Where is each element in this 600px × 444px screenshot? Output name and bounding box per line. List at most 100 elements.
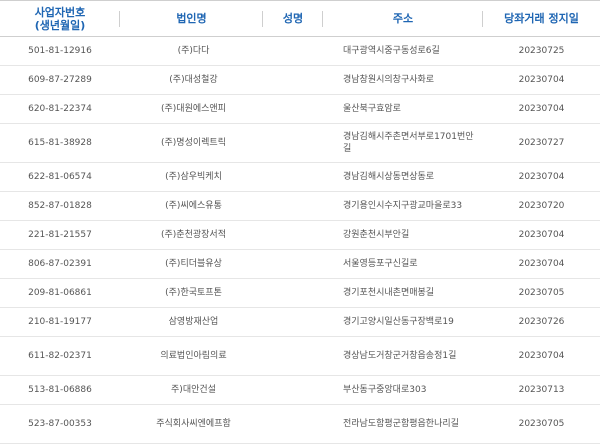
cell-corp-name: (주)한국토프톤 xyxy=(165,288,222,298)
table-row: 513-81-06886 주)대안건설 부산동구중앙대로303 20230713 xyxy=(0,376,600,405)
cell-address-line: 부산동구중앙대로303 xyxy=(343,385,427,395)
cell-address-line: 경남김해시상동면상동로 xyxy=(343,172,435,182)
header-rep-name-label: 성명 xyxy=(282,12,304,25)
cell-address-line: 강원춘천시부안길 xyxy=(343,230,410,240)
cell-address: 경남창원시의창구사화로 xyxy=(323,66,483,95)
cell-corp-name: 의료법인아림의료 xyxy=(160,351,227,361)
cell-rep-name xyxy=(263,376,323,405)
cell-corp-name: (주)대성철강 xyxy=(169,75,218,85)
cell-address-line: 울산북구효암로 xyxy=(343,104,401,114)
cell-rep-name xyxy=(263,66,323,95)
cell-date: 20230727 xyxy=(518,138,565,148)
header-corp-name-label: 법인명 xyxy=(176,12,207,25)
table-row: 210-81-19177 삼영방재산업 경기고양시일산동구장백로19 20230… xyxy=(0,308,600,337)
suspended-accounts-table: 사업자번호 (생년월일) 법인명 성명 주소 당좌거래 정지일 501-81-1… xyxy=(0,0,600,444)
cell-rep-name xyxy=(263,192,323,221)
cell-address-line: 경기고양시일산동구장백로19 xyxy=(343,317,454,327)
cell-corp-name: 삼영방재산업 xyxy=(168,317,219,327)
cell-date: 20230713 xyxy=(518,385,565,395)
table-row: 523-87-00353 주식회사씨엔에프함 전라남도함평군함평읍한나리길 20… xyxy=(0,405,600,444)
cell-address: 전라남도함평군함평읍한나리길 xyxy=(323,405,483,444)
cell-address-line: 전라남도함평군함평읍한나리길 xyxy=(343,419,459,429)
header-address: 주소 xyxy=(323,1,483,37)
cell-date: 20230704 xyxy=(518,172,565,182)
cell-date: 20230704 xyxy=(518,230,565,240)
cell-rep-name xyxy=(263,250,323,279)
cell-address-line: 경기용인시수지구광교마을로33 xyxy=(343,201,463,211)
cell-rep-name xyxy=(263,95,323,124)
cell-corp-name: (주)명성이렉트릭 xyxy=(161,138,226,148)
cell-date: 20230705 xyxy=(518,419,565,429)
table-row: 209-81-06861 (주)한국토프톤 경기포천시내촌면매봉길 202307… xyxy=(0,279,600,308)
cell-address: 경상남도거창군거창읍송정1길 xyxy=(323,337,483,376)
table-row: 611-82-02371 의료법인아림의료 경상남도거창군거창읍송정1길 202… xyxy=(0,337,600,376)
cell-address: 서울영등포구신길로 xyxy=(323,250,483,279)
cell-address-line: 경상남도거창군거창읍송정1길 xyxy=(343,351,457,361)
cell-biz-no: 209-81-06861 xyxy=(28,288,92,298)
cell-address: 경남김해시상동면상동로 xyxy=(323,163,483,192)
header-rep-name: 성명 xyxy=(263,1,323,37)
cell-address: 경기용인시수지구광교마을로33 xyxy=(323,192,483,221)
header-birth-label: (생년월일) xyxy=(34,18,86,32)
cell-date: 20230726 xyxy=(518,317,565,327)
cell-biz-no: 513-81-06886 xyxy=(28,385,92,395)
header-corp-name: 법인명 xyxy=(120,1,263,37)
header-biz-no-label: 사업자번호 xyxy=(34,5,86,19)
cell-date: 20230705 xyxy=(518,288,565,298)
table-row: 620-81-22374 (주)대원에스앤피 울산북구효암로 20230704 xyxy=(0,95,600,124)
cell-biz-no: 611-82-02371 xyxy=(28,351,92,361)
header-address-label: 주소 xyxy=(392,12,414,25)
table-row: 622-81-06574 (주)삼우빅케치 경남김해시상동면상동로 202307… xyxy=(0,163,600,192)
cell-rep-name xyxy=(263,124,323,163)
cell-address-line: 경기포천시내촌면매봉길 xyxy=(343,288,435,298)
cell-corp-name: (주)삼우빅케치 xyxy=(165,172,222,182)
cell-address: 경남김해시주촌면서부로1701번안 길 xyxy=(323,124,483,163)
cell-address: 경기포천시내촌면매봉길 xyxy=(323,279,483,308)
cell-corp-name: (주)춘천광장서적 xyxy=(161,230,226,240)
cell-biz-no: 210-81-19177 xyxy=(28,317,92,327)
cell-address: 대구광역시중구동성로6길 xyxy=(323,37,483,66)
cell-biz-no: 609-87-27289 xyxy=(28,75,92,85)
cell-address-line: 서울영등포구신길로 xyxy=(343,259,418,269)
cell-rep-name xyxy=(263,337,323,376)
cell-rep-name xyxy=(263,221,323,250)
cell-address: 부산동구중앙대로303 xyxy=(323,376,483,405)
cell-biz-no: 620-81-22374 xyxy=(28,104,92,114)
cell-corp-name: 주)대안건설 xyxy=(171,385,216,395)
cell-rep-name xyxy=(263,405,323,444)
table-row: 806-87-02391 (주)티더블유상 서울영등포구신길로 20230704 xyxy=(0,250,600,279)
cell-biz-no: 806-87-02391 xyxy=(28,259,92,269)
cell-rep-name xyxy=(263,308,323,337)
table-body: 501-81-12916 (주)다다 대구광역시중구동성로6길 20230725… xyxy=(0,37,600,444)
cell-biz-no: 615-81-38928 xyxy=(28,138,92,148)
table-row: 615-81-38928 (주)명성이렉트릭 경남김해시주촌면서부로1701번안… xyxy=(0,124,600,163)
cell-address-line-2: 길 xyxy=(343,144,352,154)
cell-address-line: 경남김해시주촌면서부로1701번안 xyxy=(343,132,474,142)
cell-address-line: 경남창원시의창구사화로 xyxy=(343,75,435,85)
cell-address: 강원춘천시부안길 xyxy=(323,221,483,250)
cell-biz-no: 852-87-01828 xyxy=(28,201,92,211)
header-row: 사업자번호 (생년월일) 법인명 성명 주소 당좌거래 정지일 xyxy=(0,0,600,37)
table-row: 852-87-01828 (주)씨에스유통 경기용인시수지구광교마을로33 20… xyxy=(0,192,600,221)
cell-corp-name: (주)다다 xyxy=(177,46,210,56)
cell-corp-name: (주)씨에스유통 xyxy=(165,201,222,211)
cell-address: 울산북구효암로 xyxy=(323,95,483,124)
header-stop-date: 당좌거래 정지일 xyxy=(483,1,600,37)
cell-date: 20230704 xyxy=(518,75,565,85)
cell-corp-name: 주식회사씨엔에프함 xyxy=(156,419,231,429)
table-header: 사업자번호 (생년월일) 법인명 성명 주소 당좌거래 정지일 xyxy=(0,0,600,37)
cell-rep-name xyxy=(263,279,323,308)
cell-date: 20230704 xyxy=(518,104,565,114)
table-row: 609-87-27289 (주)대성철강 경남창원시의창구사화로 2023070… xyxy=(0,66,600,95)
cell-address: 경기고양시일산동구장백로19 xyxy=(323,308,483,337)
table-row: 221-81-21557 (주)춘천광장서적 강원춘천시부안길 20230704 xyxy=(0,221,600,250)
cell-biz-no: 523-87-00353 xyxy=(28,419,92,429)
cell-biz-no: 221-81-21557 xyxy=(28,230,92,240)
cell-rep-name xyxy=(263,37,323,66)
cell-date: 20230725 xyxy=(518,46,565,56)
table-row: 501-81-12916 (주)다다 대구광역시중구동성로6길 20230725 xyxy=(0,37,600,66)
cell-biz-no: 622-81-06574 xyxy=(28,172,92,182)
cell-address-line: 대구광역시중구동성로6길 xyxy=(343,46,440,56)
cell-corp-name: (주)대원에스앤피 xyxy=(161,104,226,114)
cell-biz-no: 501-81-12916 xyxy=(28,46,92,56)
